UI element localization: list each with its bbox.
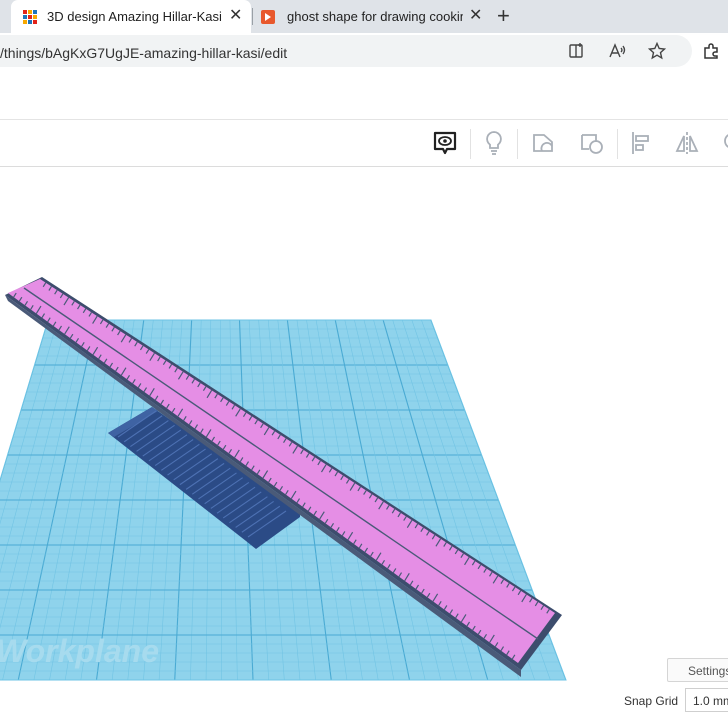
- group-icon[interactable]: [572, 125, 612, 161]
- toolbar-divider: [470, 129, 471, 159]
- tinkercad-icon: [23, 10, 37, 24]
- new-tab-button[interactable]: +: [497, 4, 510, 28]
- workplane-scene: Workplane: [0, 277, 567, 681]
- 3d-viewport[interactable]: Workplane Settings Snap Grid 1.0 mm: [0, 167, 728, 728]
- shape-note-icon[interactable]: [523, 125, 563, 161]
- tab-ghost-shape[interactable]: ghost shape for drawing cooking ✕: [253, 0, 489, 33]
- snap-grid-label: Snap Grid: [624, 694, 679, 708]
- tab-title: 3D design Amazing Hillar-Kasi | Tinkerca…: [47, 9, 223, 24]
- browser-tab-strip: 3D design Amazing Hillar-Kasi | Tinkerca…: [0, 0, 728, 33]
- tab-tinkercad[interactable]: 3D design Amazing Hillar-Kasi | Tinkerca…: [11, 0, 251, 33]
- settings-button[interactable]: Settings: [667, 658, 728, 682]
- address-bar: /things/bAgKxG7UgJE-amazing-hillar-kasi/…: [0, 33, 728, 69]
- read-aloud-icon[interactable]: [608, 42, 626, 60]
- url-field[interactable]: /things/bAgKxG7UgJE-amazing-hillar-kasi/…: [0, 35, 692, 67]
- lightbulb-icon[interactable]: [474, 125, 514, 161]
- ghost-site-icon: [261, 10, 275, 24]
- toolbar-divider: [617, 129, 618, 159]
- view-note-icon[interactable]: [425, 125, 465, 161]
- toolbar-divider: [517, 129, 518, 159]
- tab-title: ghost shape for drawing cooking: [287, 9, 463, 24]
- app-header: [0, 69, 728, 120]
- extensions-icon[interactable]: [702, 42, 720, 60]
- close-tab-icon[interactable]: ✕: [229, 8, 242, 24]
- favorite-star-icon[interactable]: [647, 41, 667, 60]
- align-icon[interactable]: [620, 125, 660, 161]
- cruise-icon[interactable]: [712, 125, 728, 161]
- snap-grid-select[interactable]: 1.0 mm: [685, 688, 728, 712]
- mirror-icon[interactable]: [667, 125, 707, 161]
- editor-toolbar: [0, 120, 728, 167]
- url-text: /things/bAgKxG7UgJE-amazing-hillar-kasi/…: [0, 45, 288, 61]
- close-tab-icon[interactable]: ✕: [469, 8, 482, 24]
- split-screen-icon[interactable]: [568, 42, 586, 60]
- workplane-label: Workplane: [0, 633, 159, 669]
